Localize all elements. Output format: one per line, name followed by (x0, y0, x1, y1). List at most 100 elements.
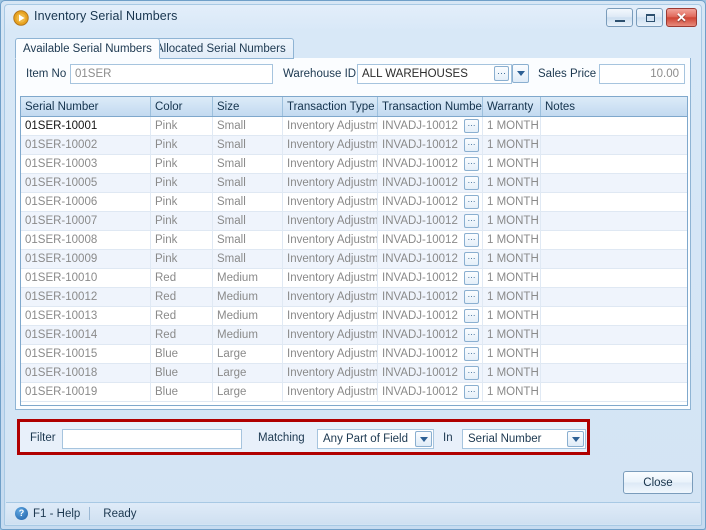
cell-color[interactable]: Blue (151, 345, 213, 364)
cell-txn_number[interactable]: INVADJ-10012 ⋯ (378, 269, 483, 288)
cell-txn_type[interactable]: Inventory Adjustm· (283, 326, 378, 345)
cell-notes[interactable] (541, 155, 687, 174)
cell-txn_number[interactable]: INVADJ-10012 ⋯ (378, 364, 483, 383)
cell-warranty[interactable]: 1 MONTH (483, 269, 541, 288)
item-no-field[interactable]: 01SER (70, 64, 273, 84)
cell-txn_type[interactable]: Inventory Adjustm· (283, 250, 378, 269)
cell-size[interactable]: Large (213, 364, 283, 383)
cell-color[interactable]: Red (151, 326, 213, 345)
cell-warranty[interactable]: 1 MONTH (483, 364, 541, 383)
chevron-down-icon[interactable] (415, 431, 432, 447)
cell-txn_number[interactable]: INVADJ-10012 ⋯ (378, 174, 483, 193)
tab-available-serial-numbers[interactable]: Available Serial Numbers (15, 38, 160, 59)
transaction-lookup-icon[interactable]: ⋯ (464, 195, 479, 209)
grid-header-color[interactable]: Color (151, 97, 213, 116)
cell-color[interactable]: Red (151, 269, 213, 288)
cell-txn_number[interactable]: INVADJ-10012 ⋯ (378, 345, 483, 364)
table-row[interactable]: 01SER-10014 Red Medium Inventory Adjustm· IN… (21, 326, 687, 345)
cell-txn_type[interactable]: Inventory Adjustm· (283, 174, 378, 193)
cell-txn_type[interactable]: Inventory Adjustm· (283, 269, 378, 288)
cell-size[interactable]: Small (213, 231, 283, 250)
transaction-lookup-icon[interactable]: ⋯ (464, 271, 479, 285)
cell-txn_number[interactable]: INVADJ-10012 ⋯ (378, 383, 483, 402)
cell-serial[interactable]: 01SER-10001 (21, 117, 151, 136)
cell-txn_type[interactable]: Inventory Adjustm· (283, 231, 378, 250)
tab-allocated-serial-numbers[interactable]: Allocated Serial Numbers (148, 38, 294, 59)
filter-input[interactable] (62, 429, 242, 449)
table-row[interactable]: 01SER-10012 Red Medium Inventory Adjustm· IN… (21, 288, 687, 307)
table-row[interactable]: 01SER-10018 Blue Large Inventory Adjustm· IN… (21, 364, 687, 383)
in-field-select[interactable]: Serial Number (462, 429, 586, 449)
cell-color[interactable]: Red (151, 288, 213, 307)
grid-header-size[interactable]: Size (213, 97, 283, 116)
close-button[interactable]: Close (623, 471, 693, 494)
cell-serial[interactable]: 01SER-10018 (21, 364, 151, 383)
help-icon[interactable]: ? (15, 507, 28, 520)
grid-header-txn_type[interactable]: Transaction Type (283, 97, 378, 116)
cell-notes[interactable] (541, 193, 687, 212)
cell-warranty[interactable]: 1 MONTH (483, 117, 541, 136)
transaction-lookup-icon[interactable]: ⋯ (464, 252, 479, 266)
title-bar[interactable]: Inventory Serial Numbers ✕ (5, 5, 701, 32)
matching-select[interactable]: Any Part of Field (317, 429, 434, 449)
cell-serial[interactable]: 01SER-10013 (21, 307, 151, 326)
cell-txn_number[interactable]: INVADJ-10012 ⋯ (378, 136, 483, 155)
cell-size[interactable]: Small (213, 136, 283, 155)
transaction-lookup-icon[interactable]: ⋯ (464, 119, 479, 133)
cell-notes[interactable] (541, 250, 687, 269)
cell-txn_number[interactable]: INVADJ-10012 ⋯ (378, 250, 483, 269)
table-row[interactable]: 01SER-10007 Pink Small Inventory Adjustm· IN… (21, 212, 687, 231)
cell-size[interactable]: Small (213, 117, 283, 136)
cell-txn_number[interactable]: INVADJ-10012 ⋯ (378, 212, 483, 231)
cell-serial[interactable]: 01SER-10002 (21, 136, 151, 155)
table-row[interactable]: 01SER-10002 Pink Small Inventory Adjustm· IN… (21, 136, 687, 155)
cell-serial[interactable]: 01SER-10008 (21, 231, 151, 250)
cell-size[interactable]: Large (213, 345, 283, 364)
cell-notes[interactable] (541, 269, 687, 288)
cell-size[interactable]: Medium (213, 269, 283, 288)
cell-serial[interactable]: 01SER-10003 (21, 155, 151, 174)
cell-txn_number[interactable]: INVADJ-10012 ⋯ (378, 307, 483, 326)
cell-warranty[interactable]: 1 MONTH (483, 383, 541, 402)
cell-warranty[interactable]: 1 MONTH (483, 326, 541, 345)
cell-serial[interactable]: 01SER-10007 (21, 212, 151, 231)
cell-size[interactable]: Small (213, 155, 283, 174)
cell-color[interactable]: Pink (151, 117, 213, 136)
warehouse-id-field[interactable]: ALL WAREHOUSES (357, 64, 512, 84)
cell-serial[interactable]: 01SER-10015 (21, 345, 151, 364)
serial-numbers-grid[interactable]: Serial Number Color Size Transaction Type Tr… (20, 96, 688, 406)
transaction-lookup-icon[interactable]: ⋯ (464, 214, 479, 228)
cell-color[interactable]: Blue (151, 364, 213, 383)
transaction-lookup-icon[interactable]: ⋯ (464, 157, 479, 171)
cell-color[interactable]: Pink (151, 250, 213, 269)
table-row[interactable]: 01SER-10013 Red Medium Inventory Adjustm· IN… (21, 307, 687, 326)
cell-warranty[interactable]: 1 MONTH (483, 288, 541, 307)
cell-notes[interactable] (541, 117, 687, 136)
transaction-lookup-icon[interactable]: ⋯ (464, 290, 479, 304)
transaction-lookup-icon[interactable]: ⋯ (464, 385, 479, 399)
cell-notes[interactable] (541, 326, 687, 345)
table-row[interactable]: 01SER-10015 Blue Large Inventory Adjustm· IN… (21, 345, 687, 364)
close-window-button[interactable]: ✕ (666, 8, 697, 27)
transaction-lookup-icon[interactable]: ⋯ (464, 138, 479, 152)
warehouse-dropdown-button[interactable] (512, 64, 529, 83)
cell-size[interactable]: Large (213, 383, 283, 402)
cell-serial[interactable]: 01SER-10019 (21, 383, 151, 402)
grid-header-txn_number[interactable]: Transaction Number (378, 97, 483, 116)
cell-serial[interactable]: 01SER-10014 (21, 326, 151, 345)
transaction-lookup-icon[interactable]: ⋯ (464, 176, 479, 190)
table-row[interactable]: 01SER-10003 Pink Small Inventory Adjustm· IN… (21, 155, 687, 174)
cell-txn_number[interactable]: INVADJ-10012 ⋯ (378, 193, 483, 212)
transaction-lookup-icon[interactable]: ⋯ (464, 328, 479, 342)
cell-size[interactable]: Small (213, 250, 283, 269)
sales-price-field[interactable]: 10.00 (599, 64, 685, 84)
cell-notes[interactable] (541, 364, 687, 383)
cell-warranty[interactable]: 1 MONTH (483, 193, 541, 212)
cell-txn_type[interactable]: Inventory Adjustm· (283, 364, 378, 383)
cell-size[interactable]: Small (213, 193, 283, 212)
minimize-button[interactable] (606, 8, 633, 27)
cell-color[interactable]: Blue (151, 383, 213, 402)
cell-warranty[interactable]: 1 MONTH (483, 212, 541, 231)
cell-serial[interactable]: 01SER-10006 (21, 193, 151, 212)
cell-txn_number[interactable]: INVADJ-10012 ⋯ (378, 155, 483, 174)
